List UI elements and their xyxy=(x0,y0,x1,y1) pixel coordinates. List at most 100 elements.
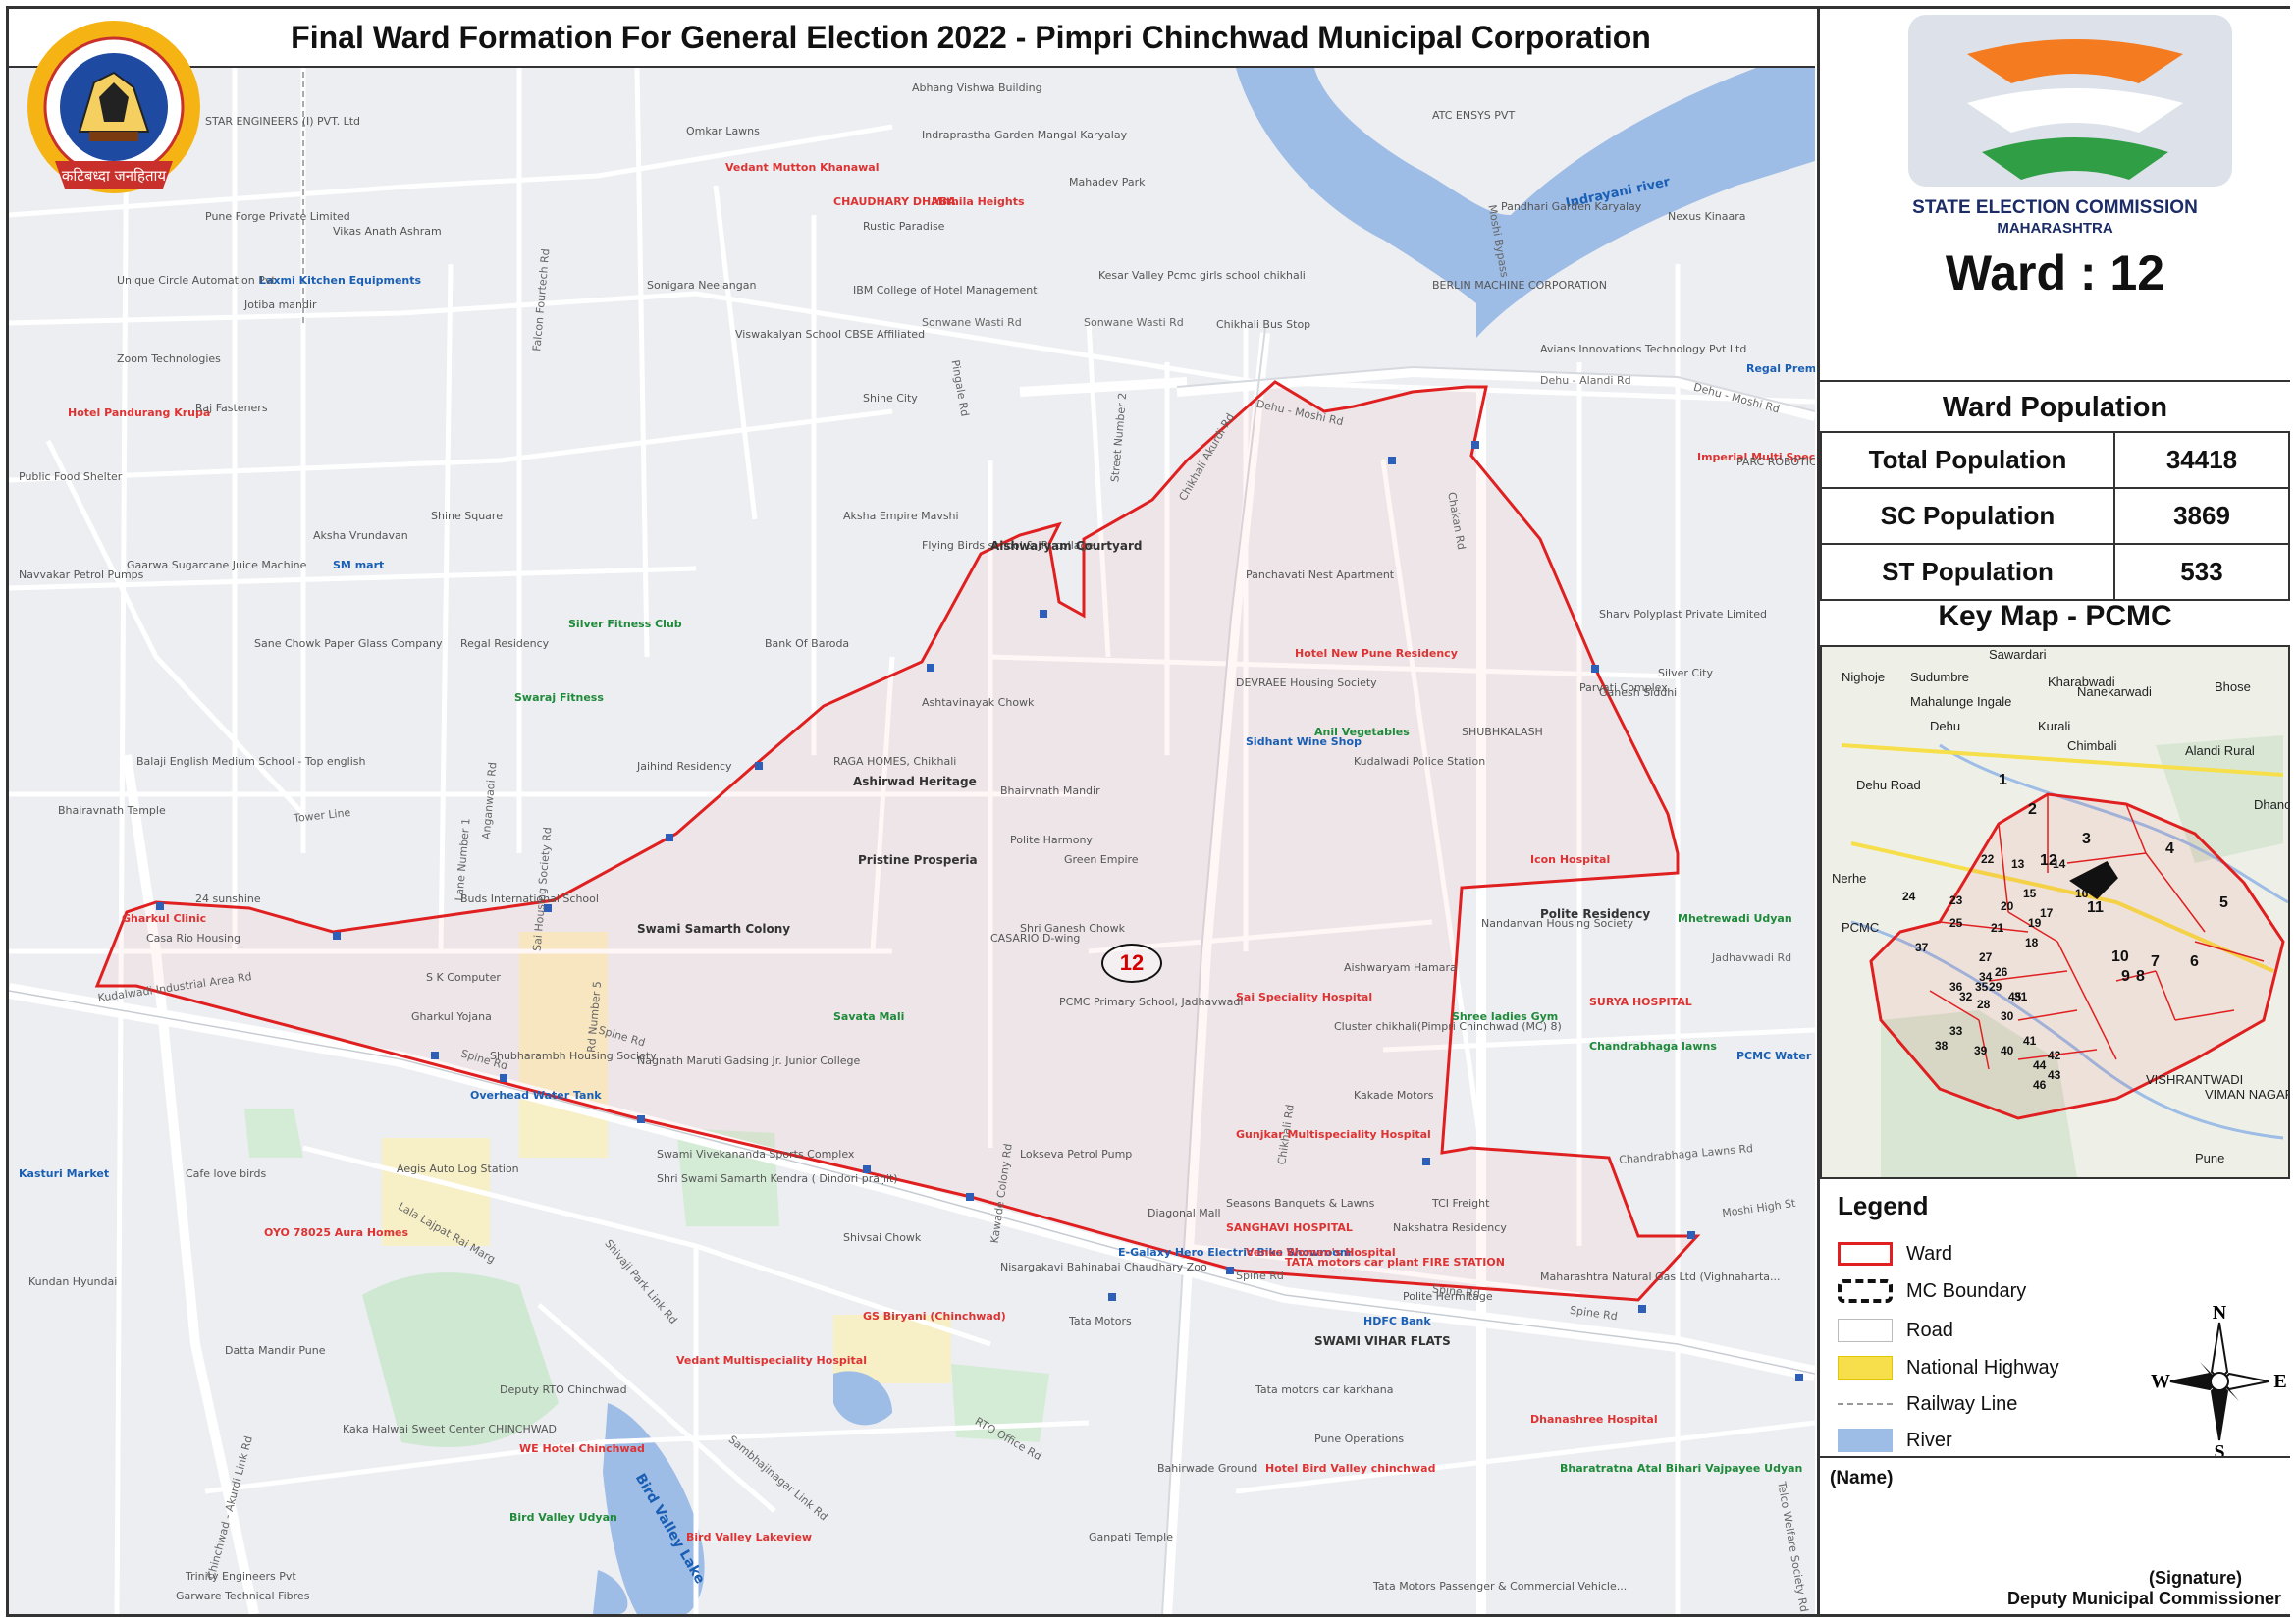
keymap[interactable]: Sawardari Nighoje Sudumbre Mahalunge Ingale… xyxy=(1820,645,2290,1179)
keymap-ward-number[interactable]: 9 xyxy=(2121,968,2130,985)
map-place-label: Swaraj Fitness xyxy=(514,691,604,704)
keymap-ward-number[interactable]: 26 xyxy=(1995,965,2008,979)
keymap-ward-number[interactable]: 1 xyxy=(1999,772,2007,788)
map-place-label: Lokseva Petrol Pump xyxy=(1020,1148,1133,1161)
keymap-ward-number[interactable]: 10 xyxy=(2111,948,2129,965)
map-place-label: Swami Samarth Colony xyxy=(637,922,791,936)
keymap-ward-number[interactable]: 23 xyxy=(1949,893,1963,907)
map-place-label: Aishwaryam Hamara xyxy=(1344,961,1457,974)
map-place-label: Ashirwad Heritage xyxy=(853,775,977,788)
legend-label: Road xyxy=(1906,1319,1953,1341)
keymap-ward-number[interactable]: 16 xyxy=(2075,887,2089,900)
legend-label: Ward xyxy=(1906,1242,1953,1265)
map-place-label: Sonigara Neelangan xyxy=(647,279,757,292)
map-place-label: Deputy RTO Chinchwad xyxy=(500,1383,627,1396)
map-place-label: Bird Valley Udyan xyxy=(509,1511,617,1524)
map-place-label: Aksha Empire Mavshi xyxy=(843,510,959,522)
map-place-label: Unique Circle Automation Pvt xyxy=(117,274,276,287)
keymap-ward-number[interactable]: 35 xyxy=(1975,980,1989,994)
population-value: 34418 xyxy=(2113,431,2290,489)
authority-state: MAHARASHTRA xyxy=(1997,220,2113,237)
legend-swatch-nh xyxy=(1838,1356,1893,1380)
keymap-ward-number[interactable]: 22 xyxy=(1981,852,1995,866)
keymap-ward-number[interactable]: 25 xyxy=(1949,916,1963,930)
keymap-ward-number[interactable]: 6 xyxy=(2190,953,2199,970)
keymap-ward-number[interactable]: 20 xyxy=(2001,899,2014,913)
map-place-label: HDFC Bank xyxy=(1363,1315,1431,1327)
map-place-label: Garware Technical Fibres xyxy=(176,1590,310,1602)
keymap-ward-number[interactable]: 42 xyxy=(2048,1049,2061,1062)
keymap-ward-number[interactable]: 38 xyxy=(1935,1039,1949,1053)
keymap-ward-number[interactable]: 43 xyxy=(2048,1068,2061,1082)
keymap-ward-number[interactable]: 4 xyxy=(2165,840,2174,857)
signature-label: (Signature) xyxy=(2148,1568,2242,1588)
sec-logo-icon xyxy=(1967,39,2183,180)
map-place-label: Chandrabhaga lawns xyxy=(1589,1040,1717,1053)
keymap-ward-number[interactable]: 3 xyxy=(2082,831,2091,847)
map-place-label: Zoom Technologies xyxy=(117,352,221,365)
map-place-label: Shubharambh Housing Society xyxy=(490,1050,657,1062)
keymap-ward-number[interactable]: 18 xyxy=(2025,936,2039,949)
map-place-label: S K Computer xyxy=(426,971,501,984)
keymap-ward-number[interactable]: 17 xyxy=(2040,906,2054,920)
road-label: Sonwane Wasti Rd xyxy=(922,316,1022,329)
legend-item: River xyxy=(1838,1425,1952,1456)
map-place-label: Nakshatra Residency xyxy=(1393,1221,1507,1234)
map-place-label: Viswakalyan School CBSE Affiliated xyxy=(735,328,926,341)
table-row: ST Population 533 xyxy=(1820,543,2290,601)
map-canvas[interactable]: Dehu - Moshi Rd Dehu - Alandi Rd Dehu - … xyxy=(9,68,1815,1614)
map-place-label: Nexus Kinaara xyxy=(1668,210,1746,223)
legend-item: Ward xyxy=(1838,1238,1952,1270)
compass-north: N xyxy=(2213,1303,2227,1324)
keymap-ward-number[interactable]: 33 xyxy=(1949,1024,1963,1038)
map-place-label: SURYA HOSPITAL xyxy=(1589,996,1692,1008)
keymap-ward-number[interactable]: 21 xyxy=(1991,921,2004,935)
keymap-ward-number[interactable]: 37 xyxy=(1915,941,1929,954)
designation-label: Deputy Municipal Commissioner xyxy=(2006,1589,2281,1608)
map-place-label: Public Food Shelter xyxy=(19,470,123,483)
map-place-label: Kudalwadi Police Station xyxy=(1354,755,1486,768)
legend-label: National Highway xyxy=(1906,1356,2059,1379)
map-place-label: Hotel New Pune Residency xyxy=(1295,647,1458,660)
ward-number-marker[interactable]: 12 xyxy=(1101,944,1162,983)
map-place-label: Gunjkar Multispeciality Hospital xyxy=(1236,1128,1431,1141)
map-place-label: Chikhali Bus Stop xyxy=(1216,318,1311,331)
keymap-ward-number[interactable]: 27 xyxy=(1979,950,1993,964)
map-place-label: Aegis Auto Log Station xyxy=(397,1163,519,1175)
map-place-label: Kaka Halwai Sweet Center CHINCHWAD xyxy=(343,1423,558,1435)
keymap-ward-number[interactable]: 36 xyxy=(1949,980,1963,994)
map-place-label: Tata Motors Passenger & Commercial Vehic… xyxy=(1373,1580,1628,1593)
keymap-ward-number[interactable]: 11 xyxy=(2087,899,2104,916)
map-place-label: Bhairavnath Temple xyxy=(58,804,166,817)
keymap-ward-number[interactable]: 13 xyxy=(2011,857,2025,871)
map-place-label: BERLIN MACHINE CORPORATION xyxy=(1432,279,1607,292)
keymap-ward-number[interactable]: 7 xyxy=(2151,953,2160,970)
legend-swatch-road xyxy=(1838,1319,1893,1342)
keymap-ward-number[interactable]: 14 xyxy=(2053,857,2066,871)
keymap-ward-number[interactable]: 2 xyxy=(2028,801,2037,818)
keymap-ward-number[interactable]: 46 xyxy=(2033,1078,2047,1092)
keymap-ward-number[interactable]: 45 xyxy=(2008,990,2022,1003)
map-place-label: SANGHAVI HOSPITAL xyxy=(1226,1221,1353,1234)
keymap-ward-number[interactable]: 40 xyxy=(2001,1044,2014,1057)
keymap-ward-number[interactable]: 24 xyxy=(1902,890,1916,903)
keymap-ward-number[interactable]: 39 xyxy=(1974,1044,1988,1057)
map-place-label: Ganpati Temple xyxy=(1089,1531,1173,1543)
keymap-ward-number[interactable]: 28 xyxy=(1977,998,1991,1011)
map-place-label: Shine City xyxy=(863,392,918,405)
map-place-label: Sai Speciality Hospital xyxy=(1236,991,1373,1003)
keymap-place-label: Pune xyxy=(2195,1151,2224,1165)
map-place-label: Ashtavinayak Chowk xyxy=(922,696,1035,709)
keymap-ward-number[interactable]: 44 xyxy=(2033,1058,2047,1072)
map-place-label: Polite Hermitage xyxy=(1403,1290,1493,1303)
keymap-ward-number[interactable]: 30 xyxy=(2001,1009,2014,1023)
keymap-ward-number[interactable]: 15 xyxy=(2023,887,2037,900)
keymap-place-label: Nighoje xyxy=(1842,670,1885,684)
keymap-ward-number[interactable]: 19 xyxy=(2028,916,2042,930)
keymap-ward-number[interactable]: 5 xyxy=(2219,894,2228,911)
keymap-ward-number[interactable]: 41 xyxy=(2023,1034,2037,1048)
map-place-label: Nagnath Maruti Gadsing Jr. Junior Colleg… xyxy=(637,1055,861,1067)
population-label: SC Population xyxy=(1820,487,2115,545)
keymap-ward-number[interactable]: 8 xyxy=(2136,968,2145,985)
legend-label: Railway Line xyxy=(1906,1392,2018,1415)
